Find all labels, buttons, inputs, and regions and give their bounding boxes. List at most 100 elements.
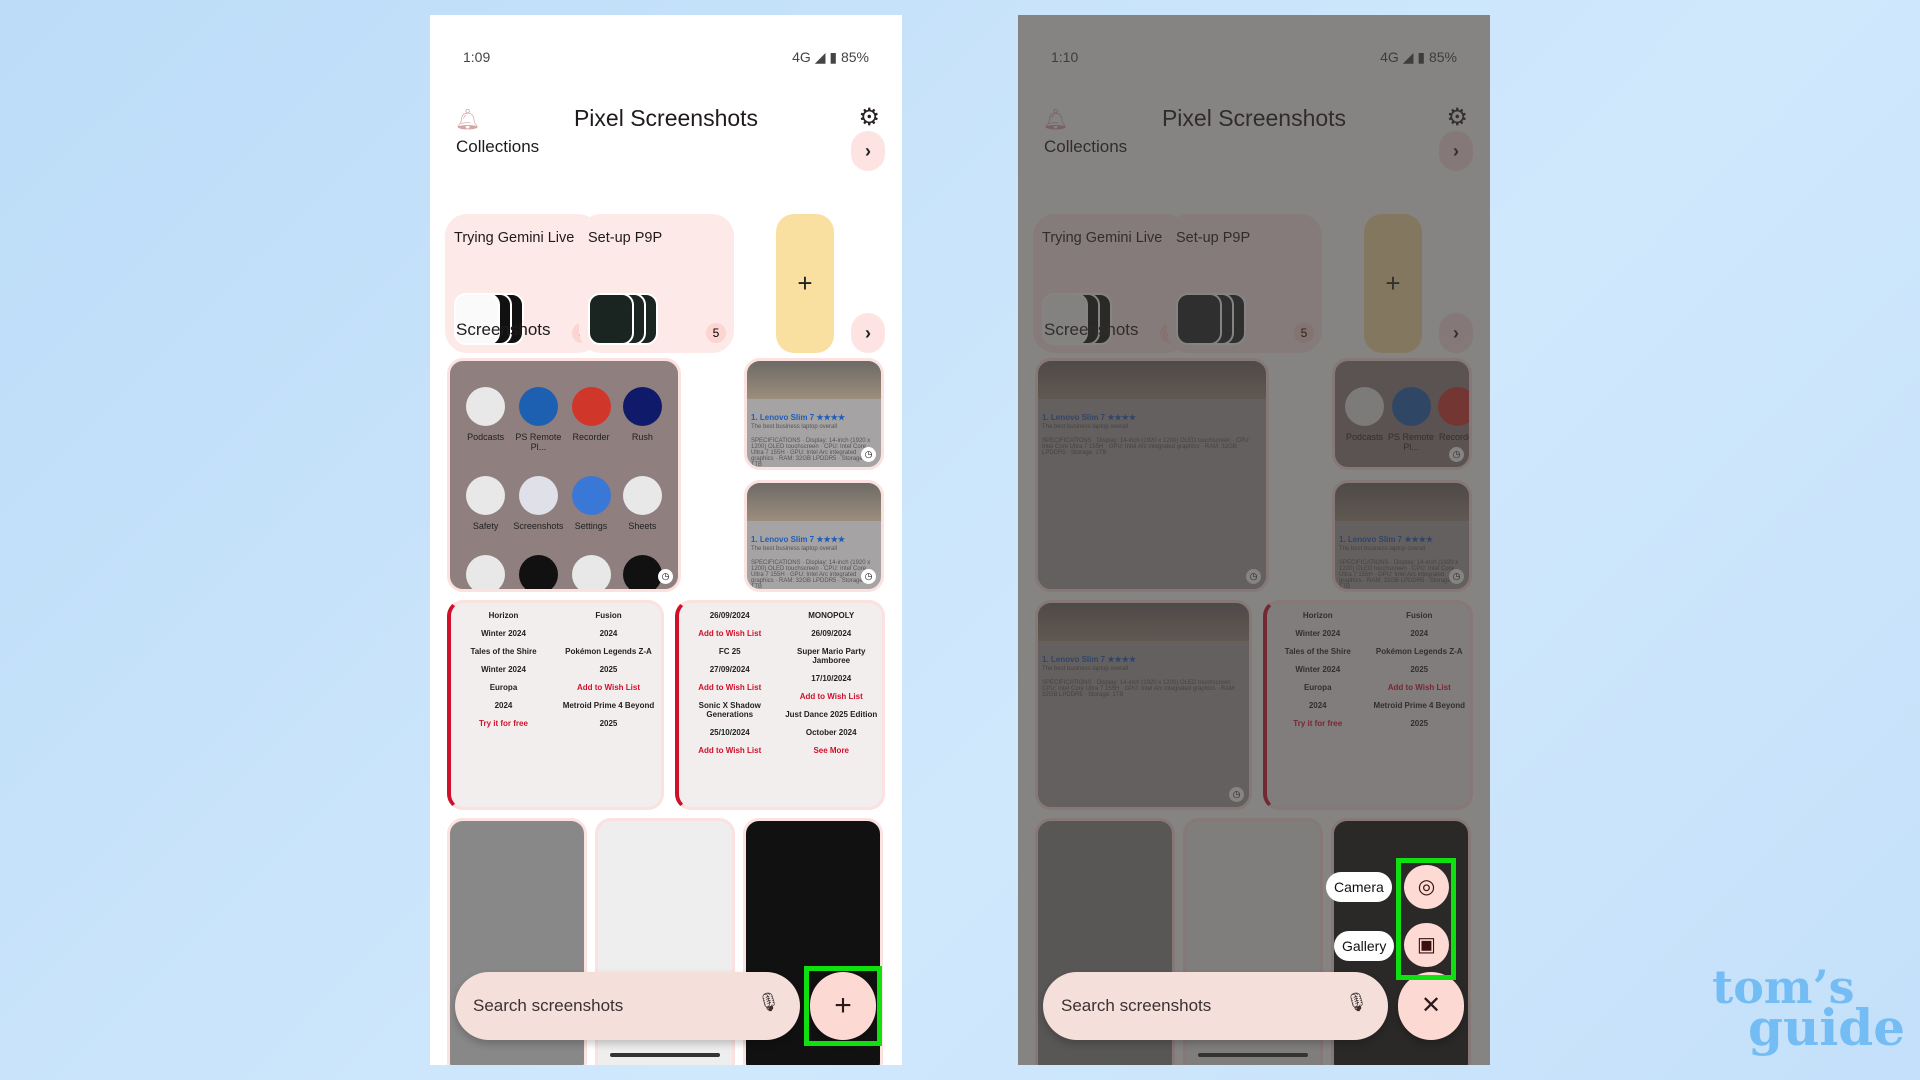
microphone-icon[interactable]: 🎙︎ xyxy=(1345,992,1368,1013)
game-text: Add to Wish List xyxy=(698,629,762,638)
app-icon xyxy=(466,387,506,426)
game-text: Add to Wish List xyxy=(576,683,640,692)
game-text: October 2024 xyxy=(805,728,857,737)
status-bar: 1:09 4G ◢ ▮ 85% xyxy=(463,49,869,66)
collection-card[interactable]: Set-up P9P 5 xyxy=(579,214,734,353)
phone-screen-after: 1:104G ◢ ▮ 85%🔔︎Pixel Screenshots⚙Collec… xyxy=(1018,15,1490,1065)
app-tile: Podcasts xyxy=(460,387,511,452)
game-text: Just Dance 2025 Edition xyxy=(785,710,878,719)
app-tile: PS Remote Pl... xyxy=(511,387,565,452)
app-icon xyxy=(518,476,558,515)
status-icons: 4G ◢ ▮ 85% xyxy=(792,49,869,66)
history-icon: ◷ xyxy=(861,569,876,584)
games-column: 26/09/2024 Add to Wish List FC 25 27/09/202… xyxy=(683,611,776,764)
app-tile: Thermometer xyxy=(511,555,565,589)
history-icon: ◷ xyxy=(658,569,673,584)
battery-icon: ▮ 85% xyxy=(829,49,869,65)
screenshot-thumbnail-laptop[interactable]: 1. Lenovo Slim 7 ★★★★ The best business l… xyxy=(744,358,884,470)
app-icon xyxy=(571,555,611,589)
app-tile: Safety xyxy=(460,476,511,531)
app-tile: Sheets xyxy=(617,476,668,531)
laptop-specs: SPECIFICATIONS · Display: 14-inch (1920 … xyxy=(751,438,871,468)
collection-name: Trying Gemini Live xyxy=(454,230,575,246)
search-input[interactable]: Search screenshots xyxy=(473,996,623,1016)
app-icon xyxy=(622,555,662,589)
page-title: Pixel Screenshots xyxy=(573,105,759,131)
game-text: 26/09/2024 xyxy=(811,629,852,638)
game-text: 2024 xyxy=(599,629,618,638)
collection-thumbnail-stack xyxy=(588,293,668,345)
game-text: FC 25 xyxy=(718,647,741,656)
game-text: Europa xyxy=(489,683,518,692)
toms-guide-logo: tom’s guide xyxy=(1712,960,1906,1058)
app-label: Settings xyxy=(574,521,608,531)
thumbnail xyxy=(588,293,634,345)
app-icon xyxy=(466,555,506,589)
history-icon: ◷ xyxy=(861,447,876,462)
game-text: 17/10/2024 xyxy=(811,674,852,683)
screenshots-more-button[interactable]: › xyxy=(851,313,885,353)
game-text: 2025 xyxy=(599,665,618,674)
laptop-heading: 1. Lenovo Slim 7 ★★★★ xyxy=(751,413,846,422)
game-text: Add to Wish List xyxy=(698,683,762,692)
app-label: Screenshots xyxy=(513,521,564,531)
laptop-photo xyxy=(747,361,881,399)
game-text: Tales of the Shire xyxy=(470,647,537,656)
game-text: Sonic X Shadow Generations xyxy=(698,701,761,719)
screenshot-thumbnail-games[interactable]: Horizon Winter 2024 Tales of the Shire Wint… xyxy=(447,600,664,810)
app-icon xyxy=(622,476,662,515)
app-tile: Slack xyxy=(460,555,511,589)
highlight-box xyxy=(804,966,882,1046)
phone-screen-before: 1:09 4G ◢ ▮ 85% 🔔︎ Pixel Screenshots ⚙ Collec… xyxy=(430,15,902,1065)
game-text: Metroid Prime 4 Beyond xyxy=(562,701,655,710)
game-text: MONOPOLY xyxy=(808,611,855,620)
game-text: Pokémon Legends Z-A xyxy=(565,647,652,656)
search-bar[interactable]: Search screenshots 🎙︎ xyxy=(455,972,800,1040)
app-label: Recorder xyxy=(572,432,610,442)
game-text: Super Mario Party Jamboree xyxy=(797,647,866,665)
collections-more-button[interactable]: › xyxy=(851,131,885,171)
app-icon xyxy=(571,387,611,426)
app-tile: Settings xyxy=(565,476,616,531)
camera-label: Camera xyxy=(1326,872,1392,902)
laptop-photo xyxy=(747,483,881,521)
game-text: 26/09/2024 xyxy=(709,611,750,620)
game-text: 25/10/2024 xyxy=(709,728,750,737)
screenshots-heading: Screenshots xyxy=(456,320,551,339)
game-text: Fusion xyxy=(595,611,622,620)
app-icon xyxy=(518,555,558,589)
games-column: Horizon Winter 2024 Tales of the Shire Wint… xyxy=(455,611,552,737)
game-text: Winter 2024 xyxy=(481,665,526,674)
app-label: Safety xyxy=(472,521,499,531)
search-bar[interactable]: Search screenshots 🎙︎ xyxy=(1043,972,1388,1040)
game-text: Add to Wish List xyxy=(799,692,863,701)
app-tile: TickTick xyxy=(565,555,616,589)
app-icon xyxy=(518,387,558,426)
app-label: Podcasts xyxy=(467,432,505,442)
game-text: Winter 2024 xyxy=(481,629,526,638)
home-indicator xyxy=(1198,1053,1308,1057)
home-indicator xyxy=(610,1053,720,1057)
gear-icon[interactable]: ⚙ xyxy=(858,103,880,132)
game-text: 27/09/2024 xyxy=(709,665,750,674)
screenshot-thumbnail-laptop[interactable]: 1. Lenovo Slim 7 ★★★★ The best business l… xyxy=(744,480,884,592)
screenshot-thumbnail-games[interactable]: 26/09/2024 Add to Wish List FC 25 27/09/202… xyxy=(675,600,885,810)
game-text: 2025 xyxy=(599,719,618,728)
status-time: 1:09 xyxy=(463,49,491,65)
app-tile: Recorder xyxy=(565,387,616,452)
game-text: Add to Wish List xyxy=(698,746,762,755)
games-column: Fusion 2024 Pokémon Legends Z-A 2025 Add to … xyxy=(560,611,657,737)
add-collection-button[interactable]: + xyxy=(776,214,834,353)
laptop-subtitle: The best business laptop overall xyxy=(751,424,838,430)
laptop-subtitle: The best business laptop overall xyxy=(751,546,838,552)
microphone-icon[interactable]: 🎙︎ xyxy=(757,992,780,1013)
collections-heading: Collections xyxy=(456,137,540,156)
highlight-box xyxy=(1396,858,1456,980)
app-icon xyxy=(571,476,611,515)
laptop-heading: 1. Lenovo Slim 7 ★★★★ xyxy=(751,535,846,544)
collection-name: Set-up P9P xyxy=(588,230,663,246)
app-tile: Rush xyxy=(617,387,668,452)
search-input[interactable]: Search screenshots xyxy=(1061,996,1211,1016)
close-fab-button[interactable]: ✕ xyxy=(1398,972,1464,1040)
screenshot-thumbnail-app-grid[interactable]: Podcasts PS Remote Pl... Recorder Rush Safet… xyxy=(447,358,681,592)
